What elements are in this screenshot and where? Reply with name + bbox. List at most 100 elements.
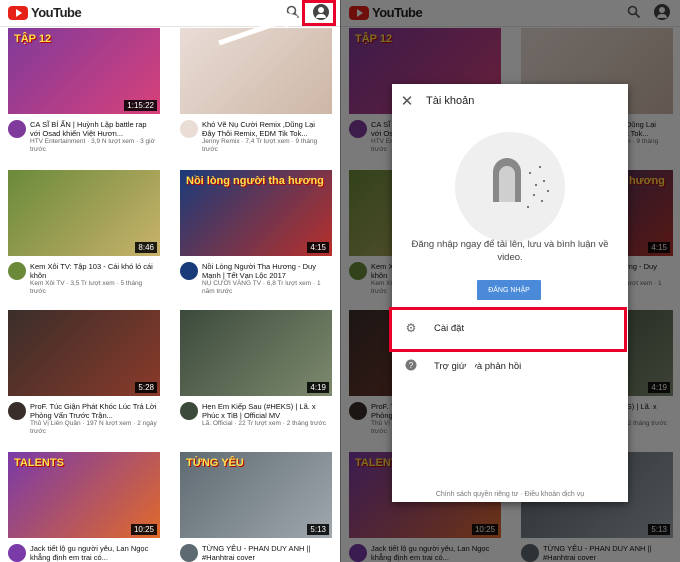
video-thumbnail[interactable]: 5:28 [8, 310, 160, 396]
video-duration: 4:19 [307, 382, 329, 393]
channel-avatar[interactable] [180, 262, 198, 280]
highlight-account-button [302, 0, 336, 26]
channel-avatar[interactable] [180, 402, 198, 420]
account-dialog: ✕ Tài khoản Đăng nhập ngay để tải lên, l… [392, 84, 628, 502]
signin-prompt: Đăng nhập ngay để tải lên, lưu và bình l… [411, 239, 609, 263]
video-title[interactable]: Jack tiết lộ gu người yêu, Lan Ngọc khẳn… [371, 544, 499, 562]
video-title[interactable]: Khó Vẽ Nụ Cười Remix ,Dũng Lại Đây Thôi … [202, 120, 330, 138]
video-card[interactable]: 4:19 Hẹn Em Kiếp Sau (#HEKS) | Lã. x Phúc… [180, 310, 332, 428]
menu-item-help[interactable]: ? Trợ giúp và phản hồi [392, 348, 628, 384]
video-title[interactable]: Jack tiết lộ gu người yêu, Lan Ngọc khẳn… [30, 544, 158, 562]
video-card[interactable]: Nồi lòng người tha hương 4:15 Nồi Lòng Ngư… [180, 170, 332, 296]
video-thumbnail[interactable]: 4:19 [180, 310, 332, 396]
channel-avatar[interactable] [180, 120, 198, 138]
video-text: TỪNG YÊU - PHAN DUY ANH || #Hanhtrai cov… [202, 544, 330, 562]
signin-button[interactable]: ĐĂNG NHẬP [477, 280, 541, 300]
close-icon[interactable]: ✕ [392, 92, 422, 110]
search-icon[interactable] [627, 5, 641, 19]
video-card[interactable]: TALENTS 10:25 Jack tiết lộ gu người yêu, L… [8, 452, 160, 562]
video-text: Nồi Lòng Người Tha Hương - Duy Mạnh | Tế… [202, 262, 330, 296]
video-thumbnail[interactable]: Nồi lòng người tha hương 4:15 [180, 170, 332, 256]
video-title[interactable]: Nồi Lòng Người Tha Hương - Duy Mạnh | Tế… [202, 262, 330, 280]
video-subtitle: Lã. Official · 22 Tr lượt xem · 2 tháng … [202, 420, 327, 427]
video-title[interactable]: TỪNG YÊU - PHAN DUY ANH || #Hanhtrai cov… [202, 544, 330, 562]
help-label: Trợ giúp và phản hồi [434, 360, 522, 372]
thumbnail-caption: TẬP 12 [355, 33, 393, 45]
video-meta: Kem Xôi TV: Tập 103 - Cái khó ló cái khô… [8, 262, 160, 296]
app-name: YouTube [31, 5, 82, 20]
help-icon: ? [396, 359, 426, 374]
channel-avatar[interactable] [8, 120, 26, 138]
video-text: Khó Vẽ Nụ Cười Remix ,Dũng Lại Đây Thôi … [202, 120, 330, 154]
video-thumbnail[interactable]: 8:46 [8, 170, 160, 256]
channel-avatar[interactable] [349, 544, 367, 562]
video-duration: 5:28 [135, 382, 157, 393]
video-meta: Nồi Lòng Người Tha Hương - Duy Mạnh | Tế… [180, 262, 332, 296]
video-thumbnail[interactable]: TALENTS 10:25 [8, 452, 160, 538]
svg-text:?: ? [409, 361, 414, 370]
channel-avatar[interactable] [8, 262, 26, 280]
signin-illustration [455, 132, 565, 242]
video-meta: TỪNG YÊU - PHAN DUY ANH || #Hanhtrai cov… [521, 544, 673, 562]
video-subtitle: HTV Entertainment · 3,9 N lượt xem · 3 g… [30, 138, 155, 153]
video-duration: 4:15 [307, 242, 329, 253]
video-text: CA SĨ BÍ ẨN | Huỳnh Lập battle rap với O… [30, 120, 158, 154]
top-bar: YouTube [0, 0, 340, 27]
channel-avatar[interactable] [521, 544, 539, 562]
video-duration: 4:19 [648, 382, 670, 393]
video-title[interactable]: Hẹn Em Kiếp Sau (#HEKS) | Lã. x Phúc x T… [202, 402, 330, 420]
youtube-logo[interactable]: YouTube [8, 5, 82, 20]
video-subtitle: Kem Xôi TV · 3,5 Tr lượt xem · 5 tháng t… [30, 280, 143, 295]
video-duration: 5:13 [307, 524, 329, 535]
channel-avatar[interactable] [349, 402, 367, 420]
account-icon[interactable] [654, 4, 670, 20]
video-duration: 8:46 [135, 242, 157, 253]
youtube-home-screen: YouTube TẬP 12 1:15:22 CA SĨ BÍ ẨN | Huỳnh… [0, 0, 340, 562]
highlight-settings-item [389, 307, 627, 352]
channel-avatar[interactable] [8, 544, 26, 562]
video-duration: 1:15:22 [124, 100, 157, 111]
dialog-title: Tài khoản [426, 95, 475, 107]
thumbnail-caption: TỪNG YÊU [186, 457, 244, 469]
video-thumbnail[interactable]: TỪNG YÊU 5:13 [180, 452, 332, 538]
video-duration: 10:25 [471, 524, 498, 535]
thumbnail-caption: Nồi lòng người tha hương [186, 175, 324, 187]
video-card[interactable]: Khó Vẽ Nụ Cười Remix ,Dũng Lại Đây Thôi … [180, 28, 332, 154]
top-bar: YouTube [341, 0, 680, 27]
youtube-play-icon [8, 5, 28, 20]
video-thumbnail[interactable] [180, 28, 332, 114]
video-card[interactable]: TẬP 12 1:15:22 CA SĨ BÍ ẨN | Huỳnh Lập bat… [8, 28, 160, 154]
channel-avatar[interactable] [349, 120, 367, 138]
video-title[interactable]: TỪNG YÊU - PHAN DUY ANH || #Hanhtrai cov… [543, 544, 671, 562]
video-meta: ProF. Túc Giận Phát Khóc Lúc Trả Lời Phỏ… [8, 402, 160, 436]
thumbnail-caption: TALENTS [14, 457, 64, 469]
video-meta: Hẹn Em Kiếp Sau (#HEKS) | Lã. x Phúc x T… [180, 402, 332, 428]
video-subtitle: Jenny Remix · 7,4 Tr lượt xem · 9 tháng … [202, 138, 318, 153]
channel-avatar[interactable] [8, 402, 26, 420]
video-thumbnail[interactable]: TẬP 12 1:15:22 [8, 28, 160, 114]
video-title[interactable]: CA SĨ BÍ ẨN | Huỳnh Lập battle rap với O… [30, 120, 158, 138]
channel-avatar[interactable] [349, 262, 367, 280]
search-icon[interactable] [286, 5, 300, 19]
video-title[interactable]: ProF. Túc Giận Phát Khóc Lúc Trả Lời Phỏ… [30, 402, 158, 420]
video-title[interactable]: Kem Xôi TV: Tập 103 - Cái khó ló cái khô… [30, 262, 158, 280]
app-name: YouTube [372, 5, 423, 20]
video-meta: CA SĨ BÍ ẨN | Huỳnh Lập battle rap với O… [8, 120, 160, 154]
video-meta: TỪNG YÊU - PHAN DUY ANH || #Hanhtrai cov… [180, 544, 332, 562]
video-text: Jack tiết lộ gu người yêu, Lan Ngọc khẳn… [371, 544, 499, 562]
video-card[interactable]: 8:46 Kem Xôi TV: Tập 103 - Cái khó ló cái… [8, 170, 160, 296]
thumbnail-caption: TẬP 12 [14, 33, 52, 45]
video-card[interactable]: TỪNG YÊU 5:13 TỪNG YÊU - PHAN DUY ANH || #… [180, 452, 332, 562]
video-subtitle: NỤ CƯỜI VÀNG TV · 6,8 Tr lượt xem · 1 nă… [202, 280, 321, 295]
channel-avatar[interactable] [180, 544, 198, 562]
video-card[interactable]: 5:28 ProF. Túc Giận Phát Khóc Lúc Trả Lời… [8, 310, 160, 436]
video-meta: Jack tiết lộ gu người yêu, Lan Ngọc khẳn… [8, 544, 160, 562]
video-duration: 10:25 [130, 524, 157, 535]
video-text: Hẹn Em Kiếp Sau (#HEKS) | Lã. x Phúc x T… [202, 402, 330, 428]
footer-links[interactable]: Chính sách quyền riêng tư · Điều khoản d… [392, 491, 628, 498]
youtube-play-icon [349, 5, 369, 20]
video-meta: Khó Vẽ Nụ Cười Remix ,Dũng Lại Đây Thôi … [180, 120, 332, 154]
video-duration: 4:15 [648, 242, 670, 253]
video-text: Kem Xôi TV: Tập 103 - Cái khó ló cái khô… [30, 262, 158, 296]
youtube-logo[interactable]: YouTube [349, 5, 423, 20]
